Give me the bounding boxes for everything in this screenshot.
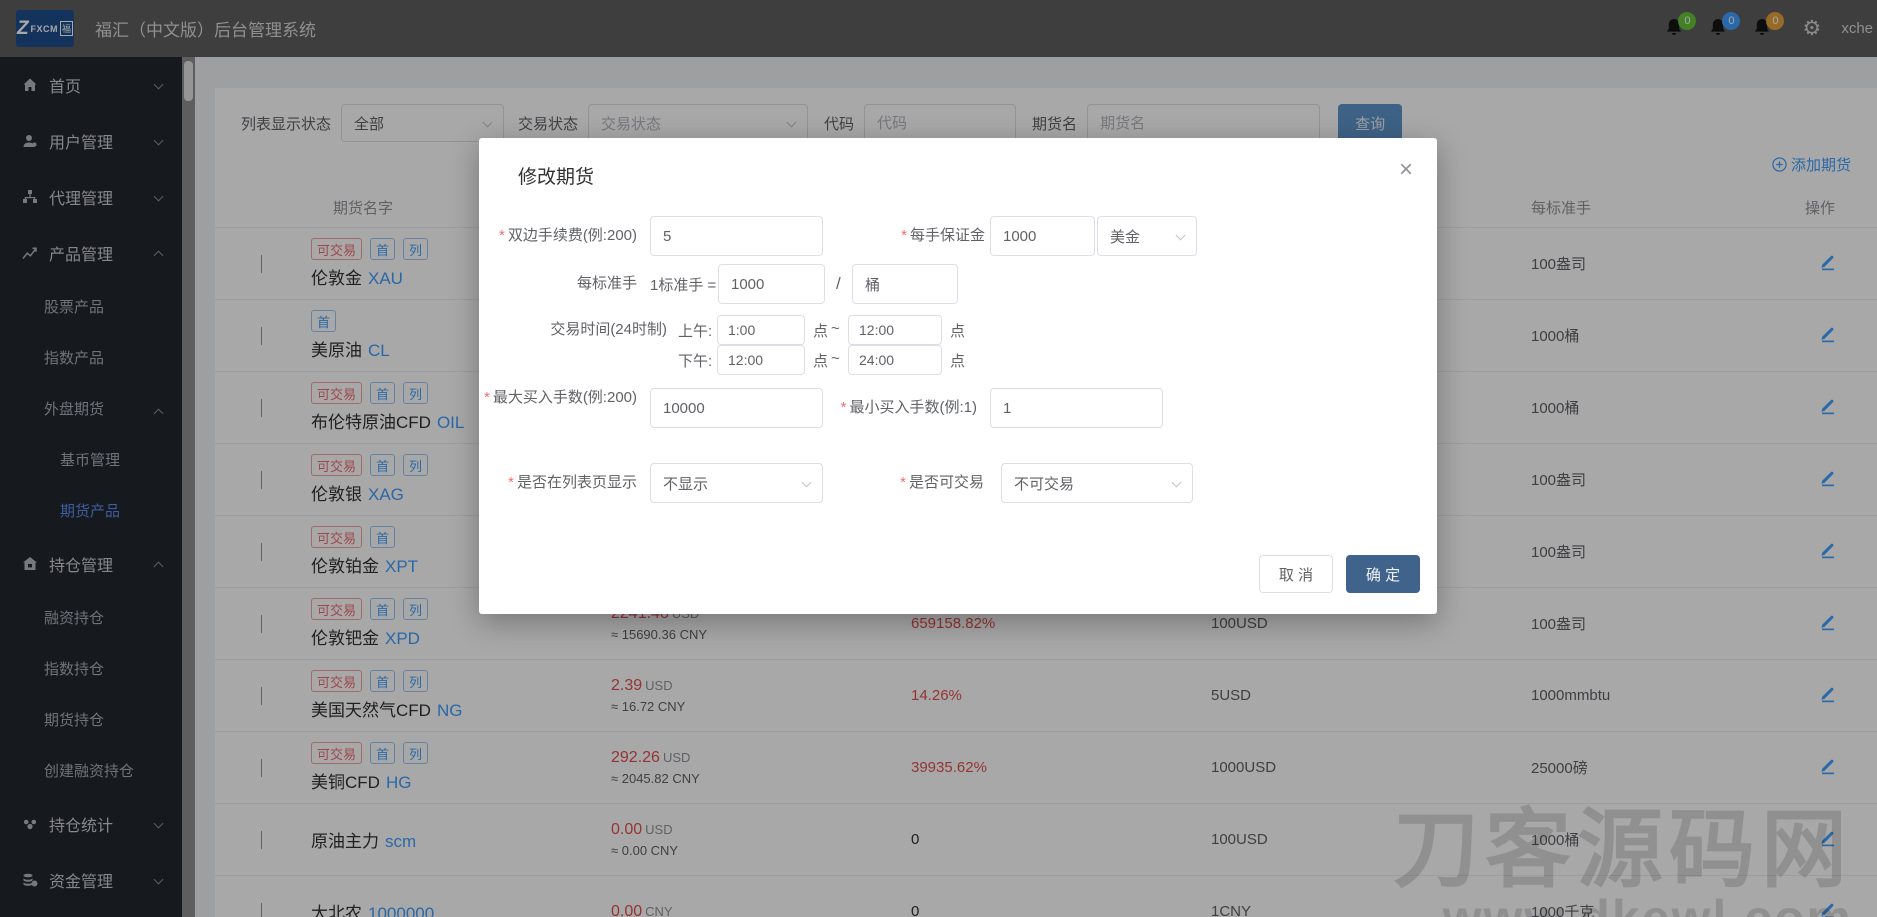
margin-currency-value: 美金 — [1110, 226, 1140, 247]
am-to-input[interactable] — [848, 315, 942, 345]
am-from-input[interactable] — [717, 315, 805, 345]
dot-label: 点 — [813, 350, 828, 371]
list-show-label: *是否在列表页显示 — [479, 473, 637, 493]
chevron-down-icon — [1172, 478, 1182, 488]
app-window: Z FXCM 福 福汇（中文版）后台管理系统 000 ⚙ xche 首页用户管理… — [0, 0, 1877, 917]
tradable-label: *是否可交易 — [819, 473, 984, 493]
std-lot-prefix: 1标准手 = — [650, 274, 716, 295]
am-label: 上午: — [678, 320, 712, 341]
close-icon[interactable]: × — [1399, 156, 1413, 184]
list-show-select[interactable]: 不显示 — [650, 463, 823, 503]
dot-label: 点 — [813, 320, 828, 341]
chevron-down-icon — [1176, 231, 1186, 241]
trade-time-label: 交易时间(24时制) — [479, 320, 667, 340]
chevron-down-icon — [802, 478, 812, 488]
dot-label: 点 — [950, 320, 965, 341]
tradable-value: 不可交易 — [1014, 473, 1074, 494]
pm-label: 下午: — [678, 350, 712, 371]
std-lot-label: 每标准手 — [479, 274, 637, 294]
confirm-button[interactable]: 确 定 — [1346, 555, 1420, 593]
max-buy-input[interactable] — [650, 388, 823, 428]
margin-input[interactable] — [990, 216, 1095, 256]
list-show-value: 不显示 — [663, 473, 708, 494]
tradable-select[interactable]: 不可交易 — [1001, 463, 1193, 503]
modal-title: 修改期货 — [518, 162, 594, 189]
max-buy-label: *最大买入手数(例:200) — [479, 388, 637, 408]
min-buy-label: *最小买入手数(例:1) — [819, 398, 977, 418]
std-lot-unit-input[interactable] — [852, 264, 958, 304]
fee-input[interactable] — [650, 216, 823, 256]
std-lot-input[interactable] — [718, 264, 825, 304]
tilde-label: ~ — [831, 320, 840, 337]
margin-label: *每手保证金 — [819, 226, 985, 246]
tilde-label: ~ — [831, 350, 840, 367]
edit-futures-modal: 修改期货 × *双边手续费(例:200) *每手保证金 美金 每标准手 1标准手… — [479, 138, 1437, 614]
cancel-button[interactable]: 取 消 — [1259, 555, 1333, 593]
pm-to-input[interactable] — [848, 345, 942, 375]
margin-currency-select[interactable]: 美金 — [1097, 216, 1197, 256]
std-lot-divider: / — [836, 274, 841, 294]
pm-from-input[interactable] — [717, 345, 805, 375]
fee-label: *双边手续费(例:200) — [479, 226, 637, 246]
min-buy-input[interactable] — [990, 388, 1163, 428]
dot-label: 点 — [950, 350, 965, 371]
